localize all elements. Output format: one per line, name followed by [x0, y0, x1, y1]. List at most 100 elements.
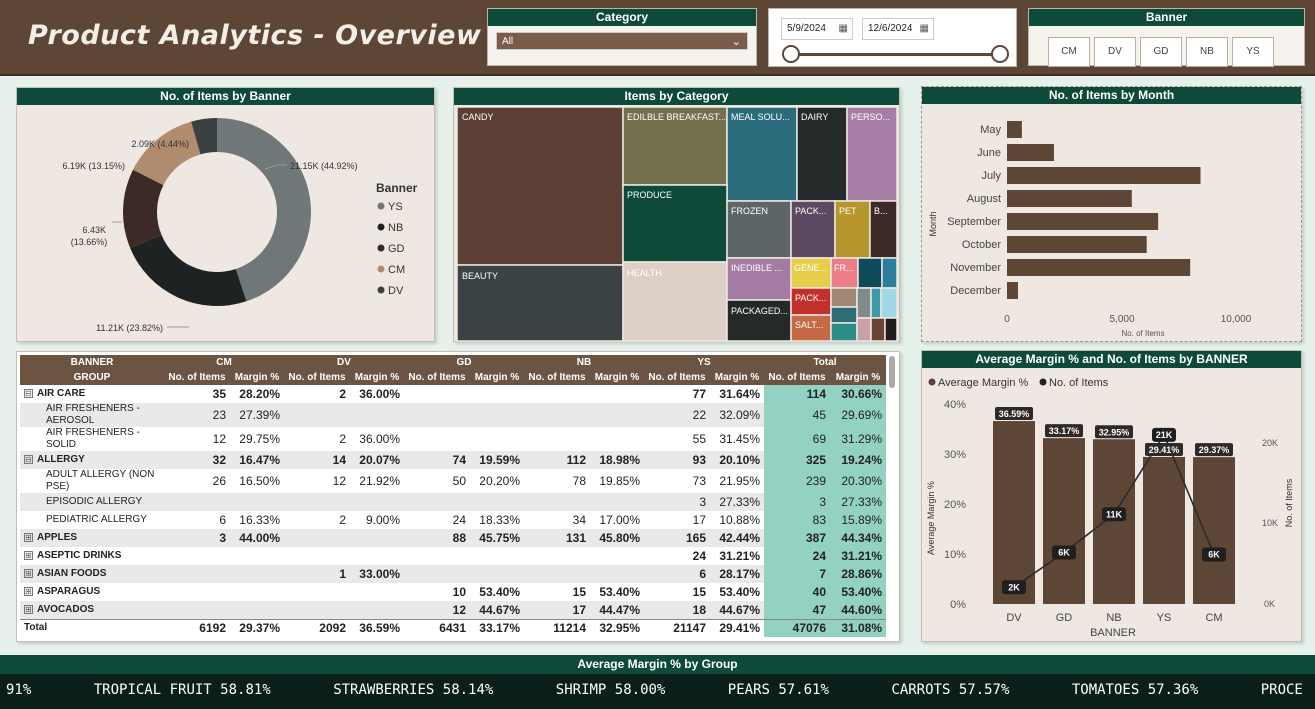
matrix-subheader[interactable]: No. of Items	[284, 370, 350, 385]
expand-icon[interactable]: ⊞	[24, 604, 33, 614]
month-bar-september[interactable]	[1007, 213, 1159, 230]
table-cell: 17	[524, 601, 590, 619]
table-cell: 21.95%	[710, 469, 765, 493]
banner-option-ys[interactable]: YS	[1232, 37, 1274, 67]
table-cell: 17	[644, 511, 711, 529]
table-cell	[164, 583, 230, 601]
expand-icon[interactable]: ⊞	[24, 568, 33, 578]
combo-rtick-2: 0K	[1264, 599, 1275, 609]
combo-items-label-ys: 21K	[1156, 430, 1173, 440]
matrix-header-group[interactable]: GROUP	[20, 370, 164, 385]
matrix-header-gd[interactable]: GD	[404, 355, 524, 370]
table-cell	[164, 601, 230, 619]
month-bar-may[interactable]	[1007, 121, 1022, 138]
calendar-icon[interactable]: ▦	[839, 19, 848, 39]
table-cell: 45	[764, 403, 831, 427]
collapse-icon[interactable]: ⊟	[24, 388, 33, 398]
combo-bar-cm[interactable]	[1193, 457, 1235, 604]
matrix-subheader[interactable]: No. of Items	[764, 370, 831, 385]
matrix-subheader[interactable]: Margin %	[350, 370, 404, 385]
combo-ylabel-left: Average Margin %	[926, 481, 936, 555]
ticker-item: CARROTS 57.57%	[891, 682, 1010, 698]
matrix-subheader[interactable]: No. of Items	[164, 370, 230, 385]
table-cell: 35	[164, 385, 230, 403]
tile-label-gene: GENE...	[794, 263, 827, 273]
matrix-subheader[interactable]: Margin %	[230, 370, 284, 385]
month-bar-december[interactable]	[1007, 282, 1018, 299]
tile-small-1[interactable]	[857, 257, 883, 289]
matrix-subheader[interactable]: Margin %	[710, 370, 765, 385]
date-end-handle[interactable]	[991, 45, 1009, 63]
legend-dot-nb	[377, 223, 385, 231]
end-date-input[interactable]: 12/6/2024 ▦	[862, 18, 934, 40]
table-cell	[470, 493, 524, 511]
matrix-subheader[interactable]: No. of Items	[404, 370, 470, 385]
matrix-subheader[interactable]: Margin %	[830, 370, 887, 385]
table-cell: 10.88%	[710, 511, 765, 529]
tile-candy[interactable]	[456, 106, 624, 266]
category-dropdown[interactable]: All ⌄	[496, 32, 748, 50]
month-bar-october[interactable]	[1007, 236, 1147, 253]
matrix-subheader[interactable]: No. of Items	[644, 370, 711, 385]
tile-small-8[interactable]	[830, 322, 858, 342]
table-cell: 28.86%	[830, 565, 887, 583]
tile-small-5[interactable]	[870, 287, 882, 319]
tile-label-breakfast: EDILBLE BREAKFAST...	[627, 112, 726, 122]
table-cell: 10	[404, 583, 470, 601]
month-bar-july[interactable]	[1007, 167, 1201, 184]
table-cell	[404, 493, 470, 511]
donut-slice-nb[interactable]	[130, 234, 247, 306]
combo-bar-nb[interactable]	[1093, 439, 1135, 604]
banner-option-gd[interactable]: GD	[1140, 37, 1182, 67]
expand-icon[interactable]: ⊞	[24, 532, 33, 542]
matrix-header-total[interactable]: Total	[764, 355, 887, 370]
banner-option-cm[interactable]: CM	[1048, 37, 1090, 67]
matrix-header-ys[interactable]: YS	[644, 355, 765, 370]
collapse-icon[interactable]: ⊟	[24, 454, 33, 464]
expand-icon[interactable]: ⊞	[24, 550, 33, 560]
month-bar-august[interactable]	[1007, 190, 1132, 207]
row-group-text: ASPARAGUS	[37, 586, 101, 597]
matrix-scroll-area[interactable]: BANNER CM DV GD NB YS Total GROUP No. of …	[20, 355, 888, 640]
tile-small-6[interactable]	[880, 287, 898, 319]
table-row: AIR FRESHENERS - AEROSOL 23 27.39% 22 32.09%…	[20, 403, 887, 427]
tile-small-4[interactable]	[856, 287, 872, 319]
start-date-input[interactable]: 5/9/2024 ▦	[781, 18, 853, 40]
tile-small-3[interactable]	[830, 287, 858, 308]
calendar-icon[interactable]: ▦	[920, 19, 929, 39]
matrix-header-cm[interactable]: CM	[164, 355, 284, 370]
combo-bar-ys[interactable]	[1143, 456, 1185, 604]
banner-option-nb[interactable]: NB	[1186, 37, 1228, 67]
tile-small-2[interactable]	[881, 257, 898, 289]
date-start-handle[interactable]	[782, 45, 800, 63]
table-cell: 31.64%	[710, 385, 765, 403]
tile-label-inedible: INEDIBLE ...	[731, 263, 782, 273]
table-cell: 17.00%	[590, 511, 645, 529]
row-group-label: ⊞ ASIAN FOODS	[20, 565, 164, 583]
month-panel: No. of Items by Month May June July August S…	[921, 86, 1302, 342]
date-slicer: 5/9/2024 ▦ 12/6/2024 ▦	[768, 8, 1017, 67]
expand-icon[interactable]: ⊞	[24, 586, 33, 596]
table-cell	[524, 403, 590, 427]
matrix-subheader[interactable]: Margin %	[470, 370, 524, 385]
row-group-label: AIR FRESHENERS - SOLID	[20, 427, 164, 451]
matrix-subheader[interactable]: Margin %	[590, 370, 645, 385]
table-cell	[284, 601, 350, 619]
row-group-text: APPLES	[37, 532, 78, 543]
matrix-scrollbar[interactable]	[889, 356, 895, 388]
tile-small-7[interactable]	[830, 306, 858, 324]
tile-small-9[interactable]	[856, 317, 872, 342]
banner-option-dv[interactable]: DV	[1094, 37, 1136, 67]
table-cell	[350, 601, 404, 619]
tile-small-11[interactable]	[884, 317, 898, 342]
tile-small-10[interactable]	[870, 317, 886, 342]
matrix-header-dv[interactable]: DV	[284, 355, 404, 370]
combo-bar-gd[interactable]	[1043, 438, 1085, 604]
month-label-july: July	[981, 170, 1001, 182]
month-bar-june[interactable]	[1007, 144, 1054, 161]
table-cell: 32	[164, 451, 230, 469]
matrix-header-nb[interactable]: NB	[524, 355, 645, 370]
table-cell: 23	[164, 403, 230, 427]
month-bar-november[interactable]	[1007, 259, 1191, 276]
matrix-subheader[interactable]: No. of Items	[524, 370, 590, 385]
